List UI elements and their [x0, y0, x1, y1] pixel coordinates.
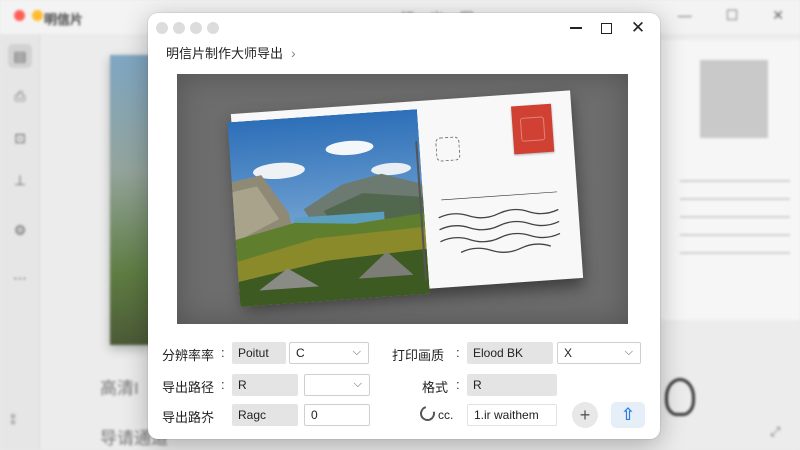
sidebar-more-icon: ⋯ [13, 270, 27, 286]
spinner-text: cc. [438, 408, 454, 422]
dialog-dots [156, 22, 219, 34]
dot-icon[interactable] [207, 22, 219, 34]
background-window-controls [14, 10, 43, 21]
maximize-button[interactable] [592, 17, 620, 39]
background-text: 高清I [100, 379, 139, 398]
postcard-preview [177, 74, 628, 324]
dot-icon[interactable] [173, 22, 185, 34]
sidebar-stamp-icon: ⊥ [13, 172, 27, 188]
close-dot-icon [14, 10, 25, 21]
maximize-icon: ☐ [725, 7, 739, 23]
resolution-select-value: C [296, 346, 305, 360]
postcard [227, 90, 584, 307]
dot-icon[interactable] [190, 22, 202, 34]
chevron-down-icon: ⌵ [353, 378, 362, 390]
landscape-photo [227, 109, 430, 307]
print-mode-select-value: X [564, 346, 573, 360]
minimize-icon [570, 27, 582, 29]
background-address-lines [680, 180, 790, 270]
export-dialog: ✕ 明信片制作大师导出 › 分辨率率: Poitut C ⌵ 打印画质: E… [148, 13, 660, 439]
colon: : [456, 345, 460, 360]
export-path-field[interactable]: Ragc [232, 404, 298, 426]
sidebar-bottom-icon: ⁑ [10, 414, 16, 428]
close-button[interactable]: ✕ [624, 17, 652, 39]
print-mode-select[interactable]: X ⌵ [557, 342, 641, 364]
background-sidebar: ▤ ⎙ ⊡ ⊥ ⚙ ⋯ [0, 34, 40, 450]
minimize-button[interactable] [562, 17, 590, 39]
dot-icon[interactable] [156, 22, 168, 34]
resolution-select[interactable]: C ⌵ [289, 342, 369, 364]
expand-icon: ⤢ [770, 424, 781, 439]
add-button[interactable]: + [572, 402, 598, 428]
dialog-titlebar: ✕ [148, 13, 660, 43]
background-photo [110, 55, 150, 345]
colon: : [221, 377, 225, 392]
upload-button[interactable]: ⇧ [611, 402, 645, 428]
export-path-label: 导出路岕 [162, 410, 215, 425]
postage-stamp [511, 103, 555, 155]
output-path-field[interactable]: R [232, 374, 298, 396]
maximize-icon [600, 22, 612, 34]
sidebar-file-search-icon: ⊡ [14, 130, 26, 146]
postcard-back [406, 90, 583, 289]
format-field[interactable]: R [467, 374, 557, 396]
chevron-right-icon[interactable]: › [291, 45, 296, 61]
glasses-decoration [665, 378, 695, 416]
breadcrumb: 明信片制作大师导出 › [166, 43, 296, 62]
breadcrumb-title[interactable]: 明信片制作大师导出 [166, 43, 283, 62]
background-window-buttons: — ☐ ✕ [678, 7, 784, 24]
format-label: 格式 [422, 380, 449, 395]
background-app-title: 明信片 [44, 12, 84, 27]
postcard-divider [415, 141, 427, 281]
print-mode-field[interactable]: Elood BK [467, 342, 553, 364]
sidebar-settings-icon: ⚙ [13, 222, 27, 238]
close-icon: ✕ [772, 7, 784, 23]
sidebar-printer-icon: ⎙ [14, 88, 26, 104]
status-field[interactable]: 1.ir waithem [467, 404, 557, 426]
sidebar-document-icon: ▤ [8, 44, 32, 68]
minimize-dot-icon [32, 10, 43, 21]
print-mode-label: 打印画质 [392, 348, 445, 363]
resolution-label: 分辨率率 [162, 348, 215, 363]
colon: : [221, 345, 225, 360]
stamp-frame-icon [435, 136, 461, 162]
background-stamp [700, 60, 768, 138]
minimize-icon: — [677, 7, 692, 23]
chevron-down-icon: ⌵ [624, 346, 633, 358]
colon: : [456, 377, 460, 392]
loading-spinner-icon [417, 403, 438, 424]
postmark-lines [438, 190, 561, 253]
resolution-field[interactable]: Poitut [232, 342, 286, 364]
output-path-select[interactable]: ⌵ [304, 374, 370, 396]
chevron-down-icon: ⌵ [352, 346, 361, 358]
output-path-label: 导出路径 [162, 380, 215, 395]
export-path-input[interactable]: 0 [304, 404, 370, 426]
